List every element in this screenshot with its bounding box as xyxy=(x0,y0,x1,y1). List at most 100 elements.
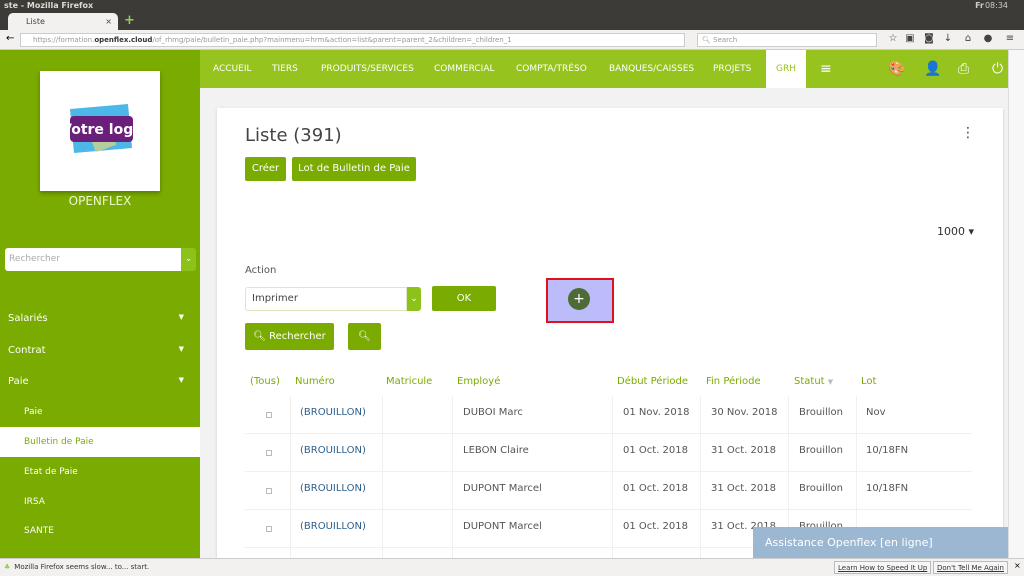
chevron-down-icon[interactable]: ⌄ xyxy=(407,287,421,311)
clipboard-icon[interactable]: ▣ xyxy=(903,33,917,44)
nav-grh[interactable]: GRH xyxy=(766,50,806,88)
back-icon[interactable]: ← xyxy=(6,33,14,44)
cell-statut: Brouillon xyxy=(799,407,843,418)
ok-button[interactable]: OK xyxy=(432,286,496,311)
svg-text:Votre logo: Votre logo xyxy=(61,122,143,138)
header-numero[interactable]: Numéro xyxy=(295,376,335,387)
page-title: Liste (391) xyxy=(245,125,342,146)
row-checkbox[interactable] xyxy=(266,488,272,494)
cell-numero[interactable]: (BROUILLON) xyxy=(300,445,366,456)
browser-tab[interactable]: Liste × xyxy=(8,13,118,30)
header-matricule[interactable]: Matricule xyxy=(386,376,432,387)
sidebar-item-label: Salariés xyxy=(8,313,48,324)
nav-produits[interactable]: PRODUITS/SERVICES xyxy=(321,50,414,88)
url-input[interactable]: https://formation.openflex.cloud/of_rhmg… xyxy=(20,33,685,47)
sidebar-item-label: Contrat xyxy=(8,345,46,356)
sidebar-subitem-irsa[interactable]: IRSA xyxy=(24,497,45,507)
sort-icon: ▼ xyxy=(827,378,834,386)
sidebar-subitem-sante[interactable]: SANTE xyxy=(24,526,54,536)
close-tab-icon[interactable]: × xyxy=(105,13,112,30)
chevron-down-icon: ▼ xyxy=(178,345,184,353)
nav-compta[interactable]: COMPTA/TRÉSO xyxy=(516,50,587,88)
search-label: Rechercher xyxy=(269,331,326,342)
row-checkbox[interactable] xyxy=(266,450,272,456)
reset-search-button[interactable]: 🔍︎ xyxy=(348,323,381,350)
cell-numero[interactable]: (BROUILLON) xyxy=(300,407,366,418)
cell-numero[interactable]: (BROUILLON) xyxy=(300,521,366,532)
company-logo[interactable]: Votre logo xyxy=(40,71,160,191)
nav-commercial[interactable]: COMMERCIAL xyxy=(434,50,495,88)
add-cursor-icon[interactable]: + xyxy=(568,288,590,310)
per-page-select[interactable]: 1000 ▾ xyxy=(937,225,974,238)
search-icon: 🔍︎ xyxy=(702,36,711,44)
search-button[interactable]: 🔍︎ Rechercher xyxy=(245,323,334,350)
nav-accueil[interactable]: ACCUEIL xyxy=(213,50,252,88)
hamburger-icon[interactable]: ≡ xyxy=(820,50,832,88)
batch-payslip-button[interactable]: Lot de Bulletin de Paie xyxy=(292,157,416,181)
cell-employe: DUPONT Marcel xyxy=(463,521,542,532)
dont-tell-button[interactable]: Don't Tell Me Again xyxy=(933,561,1008,574)
header-fin[interactable]: Fin Période xyxy=(706,376,761,387)
sidebar-subitem-etat[interactable]: Etat de Paie xyxy=(24,467,78,477)
scrollbar[interactable] xyxy=(1008,50,1024,558)
cell-numero[interactable]: (BROUILLON) xyxy=(300,483,366,494)
cell-statut: Brouillon xyxy=(799,445,843,456)
header-employe[interactable]: Employé xyxy=(457,376,500,387)
header-all[interactable]: (Tous) xyxy=(250,376,280,387)
more-options-icon[interactable]: ⋮ xyxy=(961,125,975,141)
window-title: ste - Mozilla Firefox xyxy=(4,1,94,10)
sidebar-item-paie[interactable]: Paie ▼ xyxy=(8,376,192,387)
row-checkbox[interactable] xyxy=(266,526,272,532)
cell-debut: 01 Nov. 2018 xyxy=(623,407,690,418)
sidebar-subitem-paie[interactable]: Paie xyxy=(24,407,43,417)
cell-statut: Brouillon xyxy=(799,483,843,494)
chevron-down-icon[interactable]: ⌄ xyxy=(181,248,196,271)
url-prefix: https://formation. xyxy=(33,36,95,44)
clock: 08:34 xyxy=(984,1,1008,10)
action-select[interactable]: Imprimer xyxy=(245,287,407,311)
bookmark-star-icon[interactable]: ☆ xyxy=(886,33,900,44)
cell-fin: 31 Oct. 2018 xyxy=(711,483,776,494)
assistance-chat-button[interactable]: Assistance Openflex [en ligne] xyxy=(753,527,1008,558)
header-statut-label: Statut xyxy=(794,376,825,387)
cell-employe: DUBOI Marc xyxy=(463,407,523,418)
cell-employe: LEBON Claire xyxy=(463,445,529,456)
download-icon[interactable]: ↓ xyxy=(941,33,955,44)
sidebar-subitem-bulletin[interactable]: Bulletin de Paie xyxy=(24,437,94,447)
user-icon[interactable]: 👤 xyxy=(924,50,941,88)
window-titlebar: ste - Mozilla Firefox Fr 08:34 xyxy=(0,0,1024,12)
pocket-icon[interactable]: ◙ xyxy=(922,33,936,44)
menu-icon[interactable]: ≡ xyxy=(1003,33,1017,44)
create-button[interactable]: Créer xyxy=(245,157,286,181)
sidebar-search-input[interactable]: Rechercher xyxy=(5,248,181,271)
nav-projets[interactable]: PROJETS xyxy=(713,50,751,88)
tab-bar xyxy=(0,12,1024,30)
palette-icon[interactable]: 🎨 xyxy=(888,50,905,88)
firefox-notice-icon: ♣ xyxy=(4,563,11,571)
new-tab-icon[interactable]: + xyxy=(124,13,135,28)
print-icon[interactable]: ⎙ xyxy=(958,50,969,88)
zoom-out-icon: 🔍︎ xyxy=(358,331,371,342)
close-notice-icon[interactable]: × xyxy=(1014,561,1021,570)
header-statut[interactable]: Statut ▼ xyxy=(794,376,833,387)
nav-tiers[interactable]: TIERS xyxy=(272,50,298,88)
per-page-value: 1000 xyxy=(937,225,965,238)
company-name: OPENFLEX xyxy=(68,194,132,208)
header-lot[interactable]: Lot xyxy=(861,376,876,387)
power-icon[interactable]: ⏻ xyxy=(992,50,1003,88)
learn-speed-button[interactable]: Learn How to Speed It Up xyxy=(834,561,932,574)
sidebar-item-salaries[interactable]: Salariés ▼ xyxy=(8,313,192,324)
cell-fin: 30 Nov. 2018 xyxy=(711,407,778,418)
browser-search-input[interactable]: 🔍︎ Search xyxy=(697,33,877,47)
home-icon[interactable]: ⌂ xyxy=(961,33,975,44)
sidebar-item-contrat[interactable]: Contrat ▼ xyxy=(8,345,192,356)
chat-icon[interactable]: ● xyxy=(981,33,995,44)
header-debut[interactable]: Début Période xyxy=(617,376,688,387)
lang-indicator[interactable]: Fr xyxy=(975,0,984,12)
nav-banques[interactable]: BANQUES/CAISSES xyxy=(609,50,694,88)
url-path: /of_rhmg/paie/bulletin_paie.php?mainmenu… xyxy=(152,36,512,44)
cell-fin: 31 Oct. 2018 xyxy=(711,445,776,456)
cell-debut: 01 Oct. 2018 xyxy=(623,483,688,494)
row-checkbox[interactable] xyxy=(266,412,272,418)
search-placeholder: Search xyxy=(713,36,738,44)
